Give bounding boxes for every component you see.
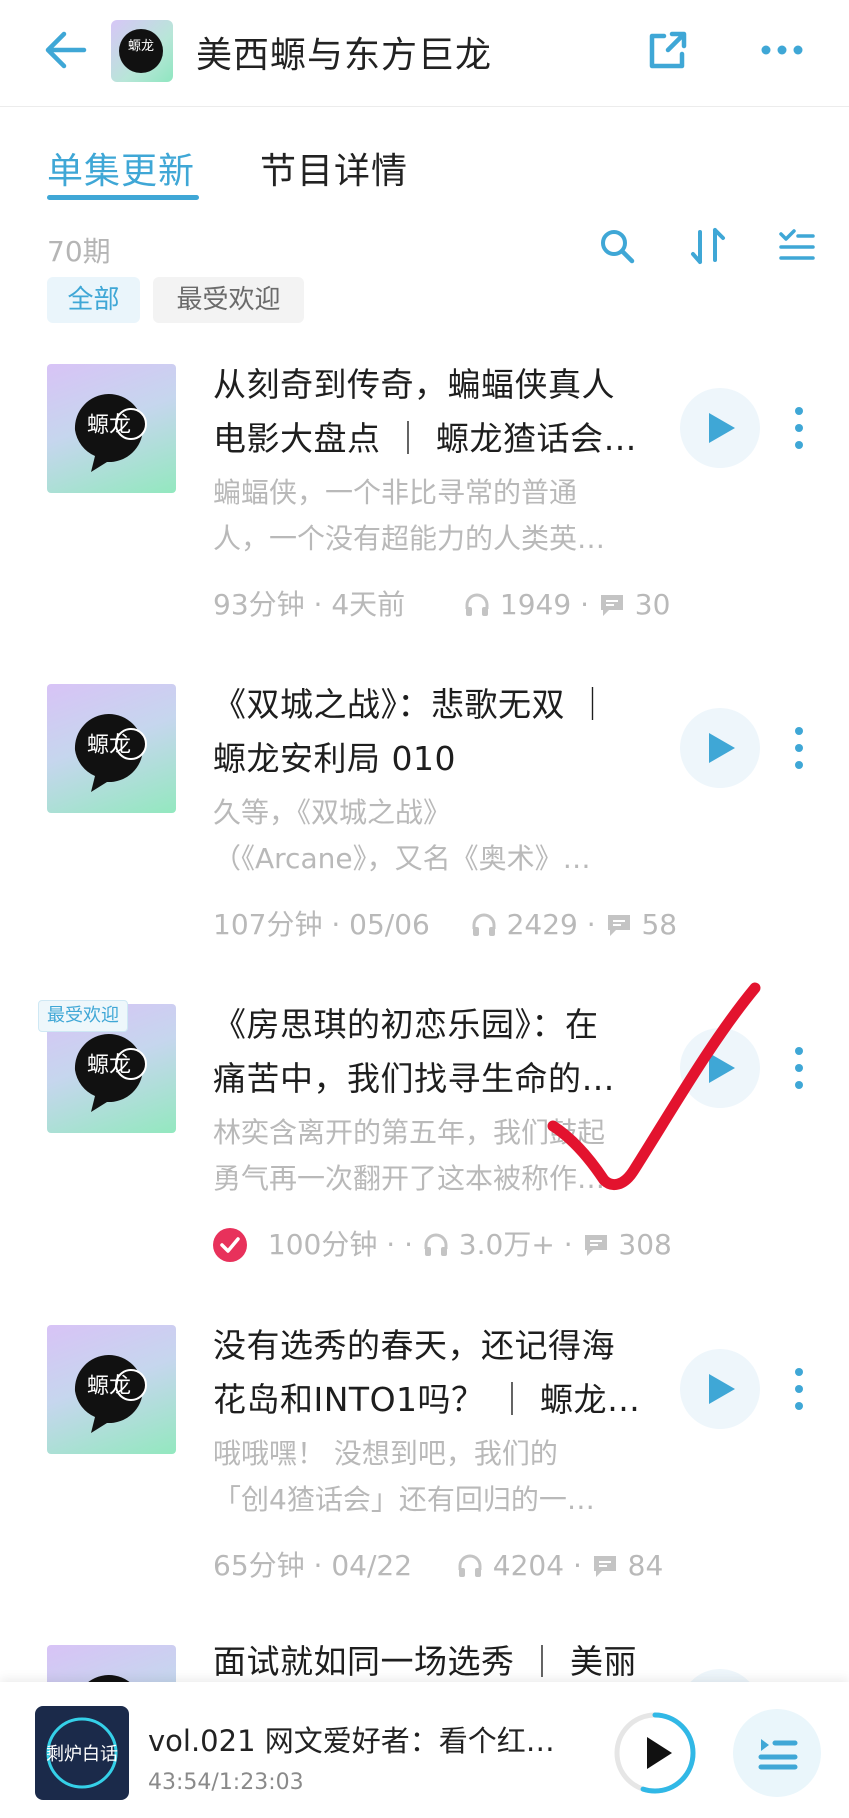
episode-item[interactable]: 螈龙 没有选秀的春天，还记得海 花岛和INTO1吗？ ｜ 螈龙… 哦哦嘿！ 没想… <box>0 1325 849 1645</box>
episode-cover <box>47 1645 176 1682</box>
more-options-icon[interactable] <box>760 44 804 56</box>
comment-count: 58 <box>641 908 678 941</box>
batch-select-icon[interactable] <box>777 226 817 266</box>
episode-more-icon[interactable] <box>794 726 804 770</box>
duration: 65分钟 <box>213 1549 305 1582</box>
headphones-icon <box>424 1233 448 1256</box>
podcast-logo-icon <box>88 1675 130 1682</box>
now-playing-cover: 剩炉白话 <box>35 1706 129 1800</box>
podcast-logo-icon: 螈龙 <box>74 1355 147 1433</box>
episode-item[interactable]: 面试就如同一场选秀 ｜ 美丽 <box>0 1645 849 1682</box>
episode-item[interactable]: 螈龙 最受欢迎 《房思琪的初恋乐园》：在 痛苦中，我们找寻生命的… 林奕含离开的… <box>0 1000 849 1324</box>
podcast-logo-icon: 螈龙 <box>74 714 147 792</box>
play-icon <box>647 1737 672 1769</box>
episode-title[interactable]: 面试就如同一场选秀 ｜ 美丽 <box>213 1645 653 1682</box>
headphones-icon <box>458 1554 482 1577</box>
episode-item[interactable]: 螈龙 从刻奇到传奇，蝙蝠侠真人 电影大盘点 ｜ 螈龙猹话会… 蝙蝠侠，一个非比寻… <box>0 364 849 684</box>
played-check-icon <box>213 1228 247 1262</box>
now-playing-title[interactable]: vol.021 网文爱好者：看个红… <box>148 1718 588 1760</box>
comment-count: 84 <box>627 1549 664 1582</box>
play-button[interactable] <box>680 1028 760 1108</box>
comment-icon <box>607 915 630 936</box>
mini-player[interactable]: 剩炉白话 vol.021 网文爱好者：看个红… 43:54/1:23:03 <box>0 1682 849 1818</box>
headphones-icon <box>472 913 496 936</box>
play-count: 4204 <box>492 1549 565 1582</box>
playlist-button[interactable] <box>733 1709 821 1797</box>
play-count: 2429 <box>506 908 578 941</box>
play-button[interactable] <box>680 1349 760 1429</box>
play-button[interactable] <box>680 388 760 468</box>
top-bar: 螈龙 美西螈与东方巨龙 <box>0 0 849 107</box>
duration: 100分钟 <box>267 1228 378 1261</box>
episode-meta: 93分钟 · 4天前 1949 · 30 <box>213 588 671 621</box>
episode-cover: 螈龙 <box>47 1325 176 1454</box>
episode-description: 哦哦嘿！ 没想到吧，我们的 「创4猹话会」还有回归的一… <box>213 1437 595 1516</box>
episode-meta: 65分钟 · 04/22 4204 · 84 <box>213 1549 664 1582</box>
play-button[interactable] <box>680 708 760 788</box>
duration: 107分钟 <box>213 908 323 941</box>
share-icon[interactable] <box>644 28 690 74</box>
svg-text:剩炉白话: 剩炉白话 <box>46 1744 118 1765</box>
episode-title[interactable]: 从刻奇到传奇，蝙蝠侠真人 电影大盘点 ｜ 螈龙猹话会… <box>213 358 653 466</box>
most-popular-badge: 最受欢迎 <box>38 1000 128 1032</box>
svg-text:螈龙: 螈龙 <box>128 39 154 54</box>
now-playing-time: 43:54/1:23:03 <box>148 1770 304 1795</box>
player-play-button[interactable] <box>612 1710 698 1796</box>
episode-meta: 100分钟 · · 3.0万+ · 308 <box>213 1224 673 1264</box>
publish-date: 05/06 <box>349 908 430 941</box>
podcast-logo-icon: 螈龙 <box>74 394 147 472</box>
episode-title[interactable]: 《双城之战》：悲歌无双 ｜ 螈龙安利局 010 <box>213 678 653 786</box>
episode-item[interactable]: 螈龙 《双城之战》：悲歌无双 ｜ 螈龙安利局 010 久等，《双城之战》 （《A… <box>0 684 849 1004</box>
episode-description: 林奕含离开的第五年，我们鼓起 勇气再一次翻开了这本被称作… <box>213 1116 606 1195</box>
episode-more-icon[interactable] <box>794 1367 804 1411</box>
active-tab-indicator <box>47 195 199 200</box>
play-icon <box>709 733 735 763</box>
comment-count: 30 <box>634 588 671 621</box>
duration: 93分钟 <box>213 588 305 621</box>
podcast-logo-icon: 螈龙 <box>119 29 163 73</box>
episode-title[interactable]: 没有选秀的春天，还记得海 花岛和INTO1吗？ ｜ 螈龙… <box>213 1319 653 1427</box>
comment-icon <box>600 595 623 616</box>
episode-count: 70期 <box>47 235 111 268</box>
play-icon <box>709 413 735 443</box>
publish-date: · <box>404 1228 413 1261</box>
filter-all-chip[interactable]: 全部 <box>47 277 140 323</box>
episode-description: 久等，《双城之战》 （《Arcane》，又名《奥术》… <box>213 796 591 875</box>
publish-date: 04/22 <box>331 1549 413 1582</box>
episode-meta: 107分钟 · 05/06 2429 · 58 <box>213 908 678 941</box>
episode-title[interactable]: 《房思琪的初恋乐园》：在 痛苦中，我们找寻生命的… <box>213 998 653 1106</box>
episode-cover: 螈龙 <box>47 364 176 493</box>
comment-icon <box>584 1235 607 1256</box>
episode-more-icon[interactable] <box>794 1046 804 1090</box>
playlist-icon <box>758 1739 798 1770</box>
play-count: 1949 <box>499 588 572 621</box>
play-count: 3.0万+ <box>458 1228 555 1261</box>
search-icon[interactable] <box>597 226 637 266</box>
filter-popular-chip[interactable]: 最受欢迎 <box>153 277 304 323</box>
back-arrow-icon[interactable] <box>42 28 88 72</box>
comment-icon <box>593 1556 616 1577</box>
play-button[interactable] <box>680 1669 760 1682</box>
svg-text:螈龙: 螈龙 <box>87 733 131 758</box>
svg-text:螈龙: 螈龙 <box>87 413 131 438</box>
episode-more-icon[interactable] <box>794 406 804 450</box>
svg-text:螈龙: 螈龙 <box>87 1053 131 1078</box>
tab-details[interactable]: 节目详情 <box>260 142 408 194</box>
play-icon <box>709 1053 735 1083</box>
episode-cover: 螈龙 <box>47 684 176 813</box>
headphones-icon <box>465 593 489 616</box>
comment-count: 308 <box>618 1228 672 1261</box>
sort-icon[interactable] <box>688 226 728 266</box>
page-title: 美西螈与东方巨龙 <box>196 35 493 76</box>
podcast-cover: 螈龙 <box>111 20 173 82</box>
svg-text:螈龙: 螈龙 <box>87 1374 131 1399</box>
tab-episodes[interactable]: 单集更新 <box>47 142 195 194</box>
play-icon <box>709 1374 735 1404</box>
publish-date: 4天前 <box>331 588 406 621</box>
episode-description: 蝙蝠侠，一个非比寻常的普通 人，一个没有超能力的人类英… <box>213 476 606 555</box>
